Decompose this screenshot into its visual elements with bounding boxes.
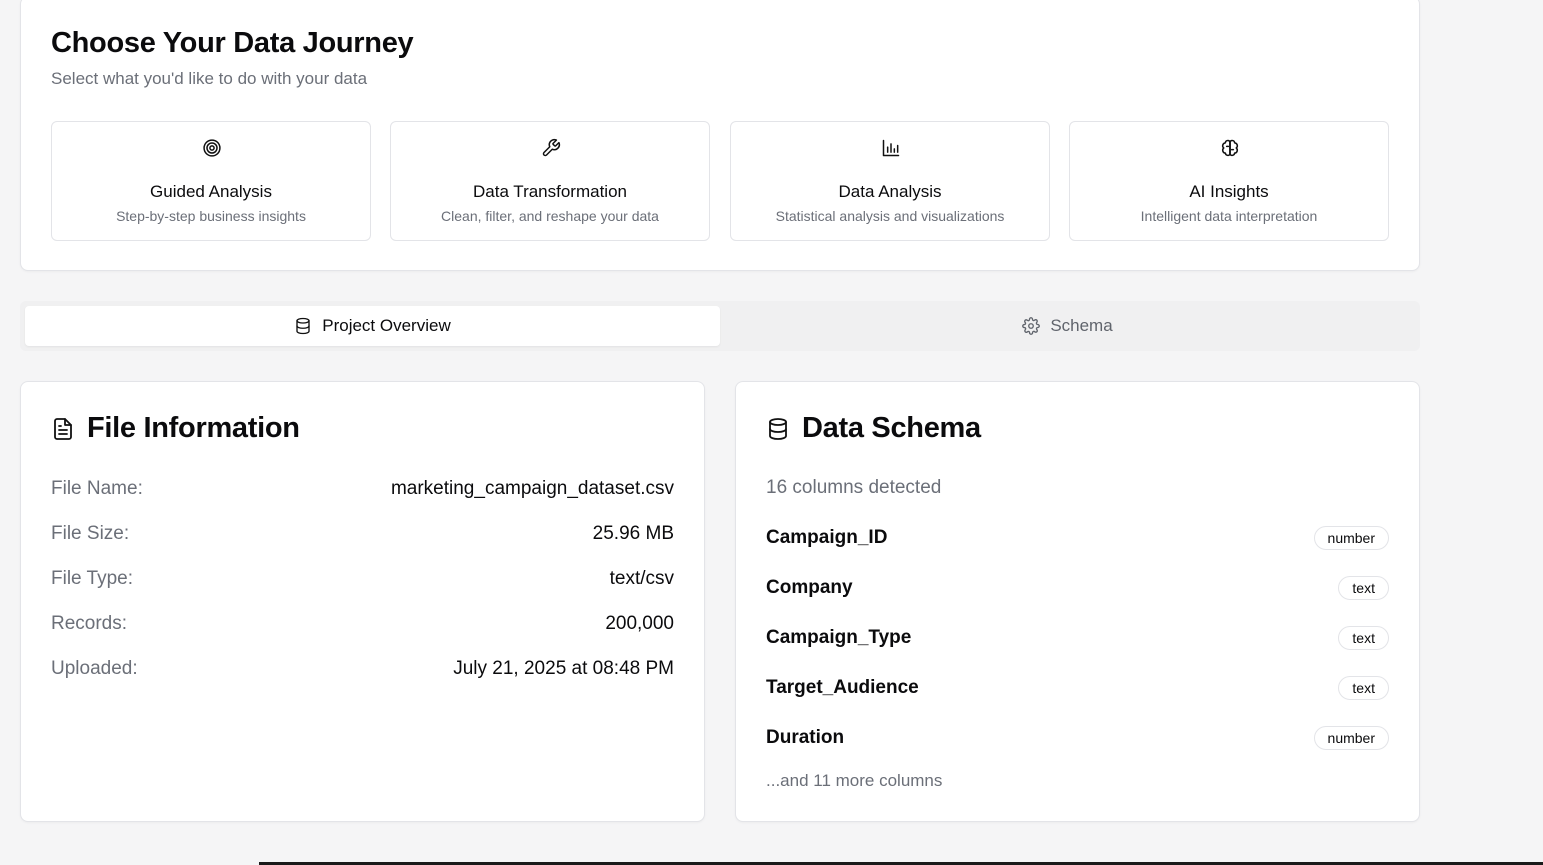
data-schema-heading: Data Schema [766, 412, 981, 445]
column-name: Company [766, 577, 853, 598]
guided-analysis-option[interactable]: Guided Analysis Step-by-step business in… [51, 121, 371, 241]
schema-column-row: Target_Audience text [766, 674, 1389, 702]
file-information-panel: File Information File Name: marketing_ca… [20, 381, 705, 822]
data-analysis-option[interactable]: Data Analysis Statistical analysis and v… [730, 121, 1050, 241]
wrench-icon [541, 138, 561, 158]
gear-icon [1022, 317, 1041, 335]
info-value: 25.96 MB [592, 523, 674, 544]
option-description: Step-by-step business insights [116, 208, 306, 224]
journey-title: Choose Your Data Journey [51, 27, 414, 59]
schema-column-row: Duration number [766, 724, 1389, 752]
info-label: File Name: [51, 478, 143, 499]
column-type-badge: text [1338, 626, 1389, 650]
option-label: Data Analysis [838, 182, 942, 201]
column-type-badge: text [1338, 676, 1389, 700]
uploaded-row: Uploaded: July 21, 2025 at 08:48 PM [51, 656, 674, 682]
option-label: Guided Analysis [150, 182, 272, 201]
database-icon [294, 317, 312, 335]
file-type-row: File Type: text/csv [51, 566, 674, 592]
journey-subtitle: Select what you'd like to do with your d… [51, 69, 368, 88]
column-type-badge: number [1313, 726, 1389, 750]
option-description: Intelligent data interpretation [1140, 208, 1318, 224]
info-value: July 21, 2025 at 08:48 PM [453, 658, 674, 679]
more-columns-note: ...and 11 more columns [766, 771, 943, 790]
column-type-badge: text [1338, 576, 1389, 600]
info-label: File Type: [51, 568, 134, 589]
column-name: Duration [766, 727, 845, 748]
option-description: Statistical analysis and visualizations [775, 208, 1005, 224]
data-transformation-option[interactable]: Data Transformation Clean, filter, and r… [390, 121, 710, 241]
info-value: marketing_campaign_dataset.csv [390, 478, 674, 499]
data-schema-panel: Data Schema 16 columns detected Campaign… [735, 381, 1420, 822]
option-label: AI Insights [1189, 182, 1269, 201]
option-label: Data Transformation [472, 182, 627, 201]
info-value: text/csv [609, 568, 674, 589]
ai-insights-option[interactable]: AI Insights Intelligent data interpretat… [1069, 121, 1389, 241]
column-name: Campaign_ID [766, 527, 888, 548]
option-description: Clean, filter, and reshape your data [441, 208, 659, 224]
brain-icon [1220, 138, 1240, 158]
database-icon [766, 417, 790, 441]
panel-title: Data Schema [802, 412, 981, 444]
info-label: File Size: [51, 523, 130, 544]
tab-label: Schema [1050, 316, 1113, 335]
bar-chart-icon [881, 138, 901, 158]
info-value: 200,000 [605, 613, 674, 634]
tab-project-overview[interactable]: Project Overview [25, 306, 720, 346]
tab-label: Project Overview [322, 316, 451, 335]
file-name-row: File Name: marketing_campaign_dataset.cs… [51, 476, 674, 502]
panel-title: File Information [87, 412, 300, 444]
column-name: Campaign_Type [766, 627, 912, 648]
schema-column-row: Campaign_ID number [766, 524, 1389, 552]
view-tabs: Project Overview Schema [20, 301, 1420, 351]
target-icon [202, 138, 222, 158]
column-type-badge: number [1313, 526, 1389, 550]
info-label: Records: [51, 613, 128, 634]
file-information-heading: File Information [51, 412, 300, 445]
records-row: Records: 200,000 [51, 611, 674, 637]
schema-column-row: Company text [766, 574, 1389, 602]
file-text-icon [51, 417, 75, 441]
file-size-row: File Size: 25.96 MB [51, 521, 674, 547]
columns-detected-count: 16 columns detected [766, 477, 942, 498]
data-journey-card: Choose Your Data Journey Select what you… [20, 0, 1420, 271]
info-label: Uploaded: [51, 658, 138, 679]
column-name: Target_Audience [766, 677, 919, 698]
schema-column-row: Campaign_Type text [766, 624, 1389, 652]
tab-schema[interactable]: Schema [720, 306, 1415, 346]
